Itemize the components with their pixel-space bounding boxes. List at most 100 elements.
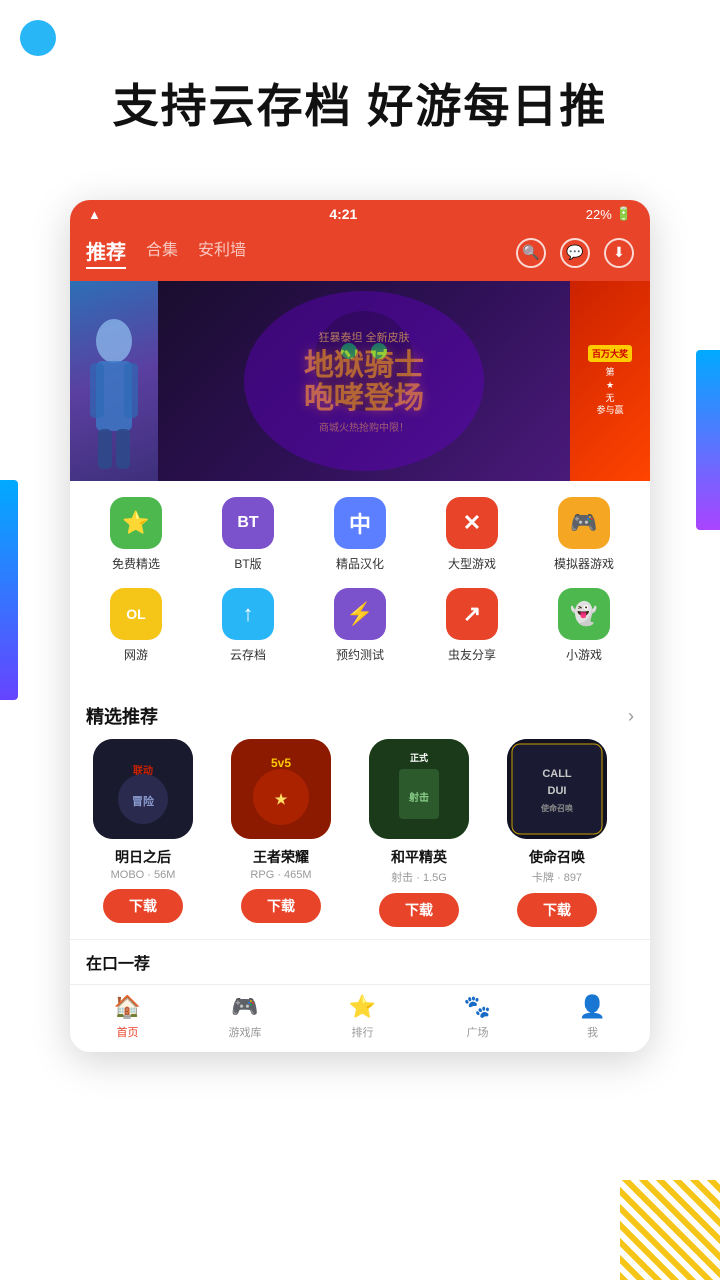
tab-recommend-wall[interactable]: 安利墙 (198, 236, 246, 269)
deco-yellow-stripe (620, 1180, 720, 1280)
banner-main[interactable]: 狂暴泰坦 全新皮肤 地狱骑士咆哮登场 商城火热抢购中限！ (158, 281, 570, 481)
deco-blue-stripe (0, 480, 18, 700)
cat-share-label: 虫友分享 (448, 646, 496, 663)
cat-share-icon: ↗ (446, 588, 498, 640)
cat-share[interactable]: ↗ 虫友分享 (424, 588, 520, 663)
svg-text:DUI: DUI (548, 785, 567, 797)
partial-section: 在口一荐 (70, 939, 650, 984)
nav-plaza[interactable]: 🐾 广场 (464, 993, 492, 1040)
deco-right-stripe (696, 350, 720, 530)
banner-area[interactable]: 狂暴泰坦 全新皮肤 地狱骑士咆哮登场 商城火热抢购中限！ 百万大奖 第★无参与赢 (70, 281, 650, 481)
section-arrow[interactable]: › (628, 706, 634, 727)
status-bar: ▲ 4:21 22% 🔋 (70, 200, 650, 228)
game-name-0: 明日之后 (115, 847, 171, 867)
cat-emulator-label: 模拟器游戏 (554, 555, 614, 572)
download-icon-btn[interactable]: ⬇ (604, 238, 634, 268)
battery-text: 22% (586, 207, 612, 222)
svg-text:使命召唤: 使命召唤 (540, 803, 573, 813)
cat-bt-label: BT版 (234, 555, 261, 572)
cat-chinese-icon: 中 (334, 497, 386, 549)
game-meta-1: RPG · 465M (250, 869, 311, 881)
download-btn-1[interactable]: 下载 (241, 889, 321, 923)
tab-recommend[interactable]: 推荐 (86, 236, 126, 269)
cat-bt[interactable]: BT BT版 (200, 497, 296, 572)
me-icon: 👤 (579, 993, 607, 1021)
cat-bt-icon: BT (222, 497, 274, 549)
cat-cloud[interactable]: ↑ 云存档 (200, 588, 296, 663)
status-time: 4:21 (101, 206, 586, 222)
cat-preorder-icon: ⚡ (334, 588, 386, 640)
game-icon-0: 联动 冒险 (93, 739, 193, 839)
download-btn-0[interactable]: 下载 (103, 889, 183, 923)
cat-chinese-label: 精品汉化 (336, 555, 384, 572)
plaza-icon: 🐾 (464, 993, 492, 1021)
svg-text:5v5: 5v5 (271, 756, 291, 770)
game-icon-3: CALL DUI 使命召唤 (507, 739, 607, 839)
download-btn-2[interactable]: 下载 (379, 893, 459, 927)
nav-me-label: 我 (587, 1024, 598, 1040)
chat-icon-btn[interactable]: 💬 (560, 238, 590, 268)
svg-text:★: ★ (275, 791, 288, 807)
download-btn-3[interactable]: 下载 (517, 893, 597, 927)
cat-preorder[interactable]: ⚡ 预约测试 (312, 588, 408, 663)
home-icon: 🏠 (114, 993, 142, 1021)
game-meta-3: 卡牌 · 897 (532, 869, 582, 885)
status-left: ▲ (88, 207, 101, 222)
partial-label: 在口一荐 (86, 956, 150, 973)
game-item-2: 正式 射击 和平精英 射击 · 1.5G 下载 (354, 739, 484, 927)
section-title-featured: 精选推荐 (86, 703, 158, 729)
category-grid: ⭐ 免费精选 BT BT版 中 精品汉化 ✕ 大型游戏 🎮 模拟器游戏 (70, 481, 650, 695)
bottom-nav: 🏠 首页 🎮 游戏库 ⭐ 排行 🐾 广场 👤 我 (70, 984, 650, 1052)
rank-icon: ⭐ (349, 993, 377, 1021)
cat-preorder-label: 预约测试 (336, 646, 384, 663)
cat-minigame[interactable]: 👻 小游戏 (536, 588, 632, 663)
cat-minigame-label: 小游戏 (566, 646, 602, 663)
phone-mockup: ▲ 4:21 22% 🔋 推荐 合集 安利墙 🔍 💬 ⬇ (70, 200, 650, 1052)
game-name-1: 王者荣耀 (253, 847, 309, 867)
nav-rank[interactable]: ⭐ 排行 (349, 993, 377, 1040)
game-item-3: CALL DUI 使命召唤 使命召唤 卡牌 · 897 下载 (492, 739, 622, 927)
svg-text:冒险: 冒险 (132, 794, 155, 808)
nav-home-label: 首页 (117, 1024, 139, 1040)
cat-cloud-label: 云存档 (230, 646, 266, 663)
game-icon-2: 正式 射击 (369, 739, 469, 839)
cat-free[interactable]: ⭐ 免费精选 (88, 497, 184, 572)
cat-online[interactable]: OL 网游 (88, 588, 184, 663)
game-name-3: 使命召唤 (529, 847, 585, 867)
banner-right-text: 第★无参与赢 (596, 366, 623, 416)
banner-left-image (70, 281, 158, 481)
nav-me[interactable]: 👤 我 (579, 993, 607, 1040)
battery-icon: 🔋 (616, 206, 632, 222)
nav-library[interactable]: 🎮 游戏库 (229, 993, 262, 1040)
section-header-featured: 精选推荐 › (70, 695, 650, 739)
search-icon-btn[interactable]: 🔍 (516, 238, 546, 268)
cat-emulator-icon: 🎮 (558, 497, 610, 549)
category-row-2: OL 网游 ↑ 云存档 ⚡ 预约测试 ↗ 虫友分享 👻 小游戏 (80, 588, 640, 663)
cat-chinese[interactable]: 中 精品汉化 (312, 497, 408, 572)
banner-right: 百万大奖 第★无参与赢 (570, 281, 650, 481)
cat-minigame-icon: 👻 (558, 588, 610, 640)
game-icon-1: 5v5 ★ (231, 739, 331, 839)
cat-large-icon: ✕ (446, 497, 498, 549)
nav-home[interactable]: 🏠 首页 (114, 993, 142, 1040)
cat-large-label: 大型游戏 (448, 555, 496, 572)
headline: 支持云存档 好游每日推 (0, 70, 720, 136)
nav-icons: 🔍 💬 ⬇ (516, 238, 634, 268)
game-list: 联动 冒险 明日之后 MOBO · 56M 下载 5v5 (70, 739, 650, 939)
game-item-1: 5v5 ★ 王者荣耀 RPG · 465M 下载 (216, 739, 346, 927)
game-item-0: 联动 冒险 明日之后 MOBO · 56M 下载 (78, 739, 208, 927)
game-meta-2: 射击 · 1.5G (391, 869, 447, 885)
cat-online-label: 网游 (124, 646, 148, 663)
nav-rank-label: 排行 (352, 1024, 374, 1040)
game-meta-0: MOBO · 56M (111, 869, 176, 881)
cat-free-icon: ⭐ (110, 497, 162, 549)
cat-free-label: 免费精选 (112, 555, 160, 572)
cat-emulator[interactable]: 🎮 模拟器游戏 (536, 497, 632, 572)
svg-text:CALL: CALL (542, 768, 572, 780)
nav-library-label: 游戏库 (229, 1024, 262, 1040)
cat-cloud-icon: ↑ (222, 588, 274, 640)
banner-badge: 百万大奖 (588, 345, 632, 362)
svg-text:正式: 正式 (410, 752, 428, 763)
cat-large[interactable]: ✕ 大型游戏 (424, 497, 520, 572)
tab-collection[interactable]: 合集 (146, 236, 178, 269)
